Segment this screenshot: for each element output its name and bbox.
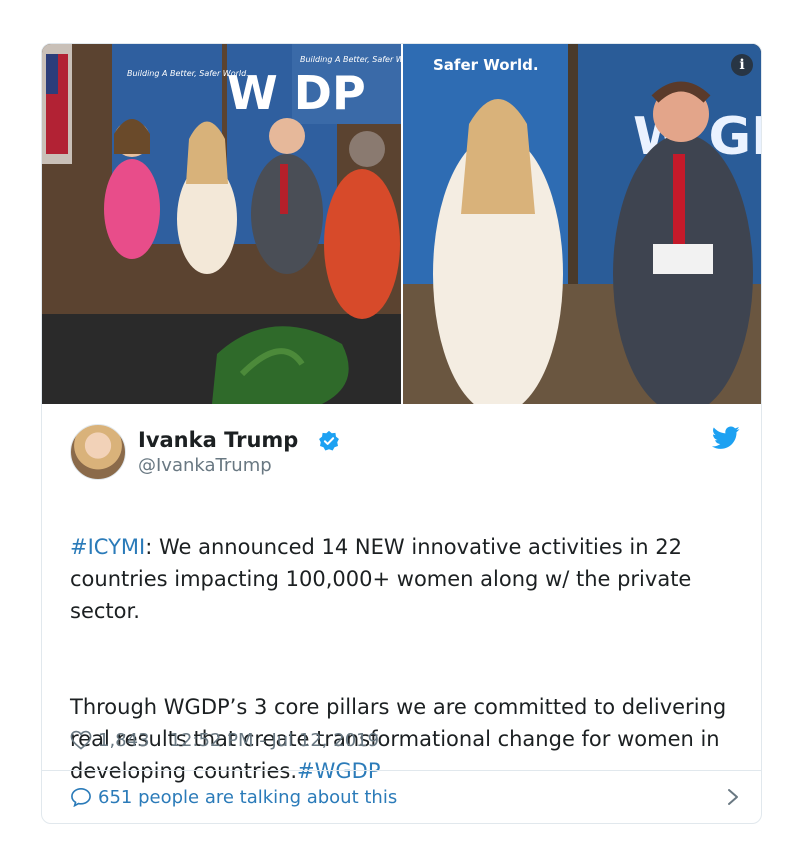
photo-panel-discussion[interactable]: Building A Better, Safer World. Building… (42, 44, 401, 404)
tweet-paragraph-1-text: : We announced 14 NEW innovative activit… (70, 535, 692, 623)
talking-about-link[interactable]: 651 people are talking about this (98, 787, 397, 808)
tweet-card[interactable]: Building A Better, Safer World. Building… (41, 43, 762, 824)
verified-badge-icon (319, 430, 339, 451)
photo-closeup[interactable]: Safer World. W GD i (403, 44, 761, 404)
avatar[interactable] (70, 424, 126, 480)
author-name[interactable]: Ivanka Trump (138, 428, 298, 452)
divider (42, 770, 761, 771)
like-count[interactable]: 1,843 (98, 730, 150, 751)
chevron-right-icon[interactable] (726, 788, 740, 806)
closeup-photo-illustration: Safer World. W GD (403, 44, 761, 404)
tweet-header: Ivanka Trump @IvankaTrump (70, 424, 740, 480)
speech-bubble-icon (71, 787, 91, 807)
panel-photo-illustration: Building A Better, Safer World. Building… (42, 44, 401, 404)
twitter-bird-icon[interactable] (712, 426, 740, 450)
tweet-timestamp[interactable]: 12:52 PM - Jul 12, 2019 (170, 730, 380, 751)
info-icon[interactable]: i (731, 54, 753, 76)
tweet-media[interactable]: Building A Better, Safer World. Building… (42, 44, 761, 404)
tweet-footer[interactable]: 651 people are talking about this (70, 782, 740, 812)
hashtag-wgdp[interactable]: #WGDP (297, 759, 380, 783)
tweet-meta: 1,843 12:52 PM - Jul 12, 2019 (70, 728, 379, 752)
hashtag-icymi[interactable]: #ICYMI (70, 535, 145, 559)
heart-icon[interactable] (70, 730, 92, 750)
left-logo-text: W DP (227, 66, 366, 120)
right-banner-text: Safer World. (433, 56, 539, 74)
left-banner-text-2: Building A Better, Safer World. (300, 55, 401, 64)
tweet-paragraph-1: #ICYMI: We announced 14 NEW innovative a… (70, 531, 740, 627)
author-handle[interactable]: @IvankaTrump (138, 455, 272, 476)
tweet-body: #ICYMI: We announced 14 NEW innovative a… (70, 499, 740, 819)
